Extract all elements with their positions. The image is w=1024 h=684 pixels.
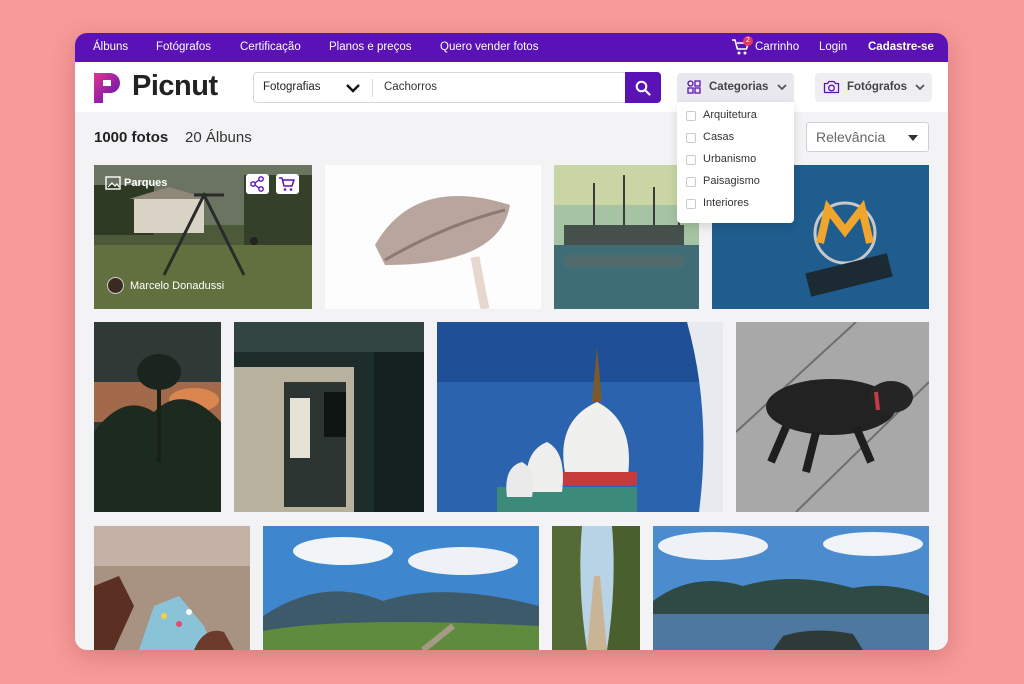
nav-certification[interactable]: Certificação (240, 41, 301, 53)
chevron-down-icon[interactable] (346, 83, 360, 93)
sort-label: Relevância (816, 129, 886, 145)
category-label: Urbanismo (703, 153, 757, 165)
categories-label: Categorias (709, 81, 769, 93)
cart-plus-icon (279, 177, 295, 191)
search-button[interactable] (625, 72, 661, 103)
photos-count[interactable]: 1000 fotos (94, 129, 168, 146)
sunset-photo (94, 322, 221, 512)
login-link[interactable]: Login (819, 41, 847, 53)
checkbox[interactable] (686, 155, 696, 165)
cookies-photo (94, 526, 250, 650)
cart-count-badge: 2 (743, 36, 753, 46)
sort-select[interactable]: Relevância (806, 122, 929, 152)
album-label: Parques (124, 177, 168, 189)
categories-icon (687, 80, 701, 94)
category-label: Casas (703, 131, 735, 143)
nav-photographers[interactable]: Fotógrafos (156, 41, 211, 53)
search-divider (372, 79, 373, 97)
photo-card-mushroom[interactable] (325, 165, 541, 309)
categories-button[interactable]: Categorias (677, 73, 794, 102)
logo-text[interactable]: Picnut (132, 70, 218, 103)
signup-link[interactable]: Cadastre-se (868, 41, 934, 53)
photographers-button[interactable]: Fotógrafos (815, 73, 932, 102)
photo-card-lake[interactable] (653, 526, 929, 650)
categories-dropdown: Arquitetura Casas Urbanismo Paisagismo I… (677, 102, 794, 223)
nav-plans[interactable]: Planos e preços (329, 41, 411, 53)
nav-albums[interactable]: Álbuns (93, 41, 128, 53)
picnut-logo-icon[interactable] (92, 71, 122, 105)
top-nav-bar: Álbuns Fotógrafos Certificação Planos e … (75, 33, 948, 62)
lake-photo (653, 526, 929, 650)
search-bar: Fotografias Cachorros (253, 72, 661, 103)
album-icon (105, 176, 121, 190)
checkbox[interactable] (686, 199, 696, 209)
mushroom-photo (325, 165, 541, 309)
stupa-photo (437, 322, 723, 512)
category-label: Paisagismo (703, 175, 760, 187)
photo-card-sunset[interactable] (94, 322, 221, 512)
search-input[interactable]: Cachorros (384, 81, 437, 93)
caret-down-icon (908, 135, 918, 141)
checkbox[interactable] (686, 111, 696, 121)
chevron-down-icon (915, 84, 925, 91)
nav-sell-photos[interactable]: Quero vender fotos (440, 41, 538, 53)
photobooth-photo (234, 322, 424, 512)
photo-card-stupa[interactable] (437, 322, 723, 512)
cart-link[interactable]: Carrinho (755, 41, 799, 53)
search-type-select[interactable]: Fotografias (263, 81, 321, 93)
trail-photo (552, 526, 640, 650)
dog-photo (736, 322, 929, 512)
mountains-photo (263, 526, 539, 650)
photo-card-trail[interactable] (552, 526, 640, 650)
category-label: Arquitetura (703, 109, 757, 121)
photo-card-mountains[interactable] (263, 526, 539, 650)
add-to-cart-button[interactable] (276, 174, 299, 194)
app-window: Álbuns Fotógrafos Certificação Planos e … (75, 33, 948, 650)
checkbox[interactable] (686, 177, 696, 187)
photo-author[interactable]: Marcelo Donadussi (130, 280, 224, 292)
search-icon (635, 80, 651, 96)
share-icon (250, 176, 264, 192)
avatar[interactable] (107, 277, 124, 294)
checkbox[interactable] (686, 133, 696, 143)
category-label: Interiores (703, 197, 749, 209)
camera-icon (823, 80, 840, 94)
photo-card-photobooth[interactable] (234, 322, 424, 512)
photo-card-cookies[interactable] (94, 526, 250, 650)
photo-card-dog[interactable] (736, 322, 929, 512)
photo-card-park[interactable]: Parques Marcelo Donadussi (94, 165, 312, 309)
share-button[interactable] (246, 174, 269, 194)
photographers-label: Fotógrafos (847, 81, 908, 93)
chevron-down-icon (777, 84, 787, 91)
albums-count[interactable]: 20 Álbuns (185, 129, 252, 146)
